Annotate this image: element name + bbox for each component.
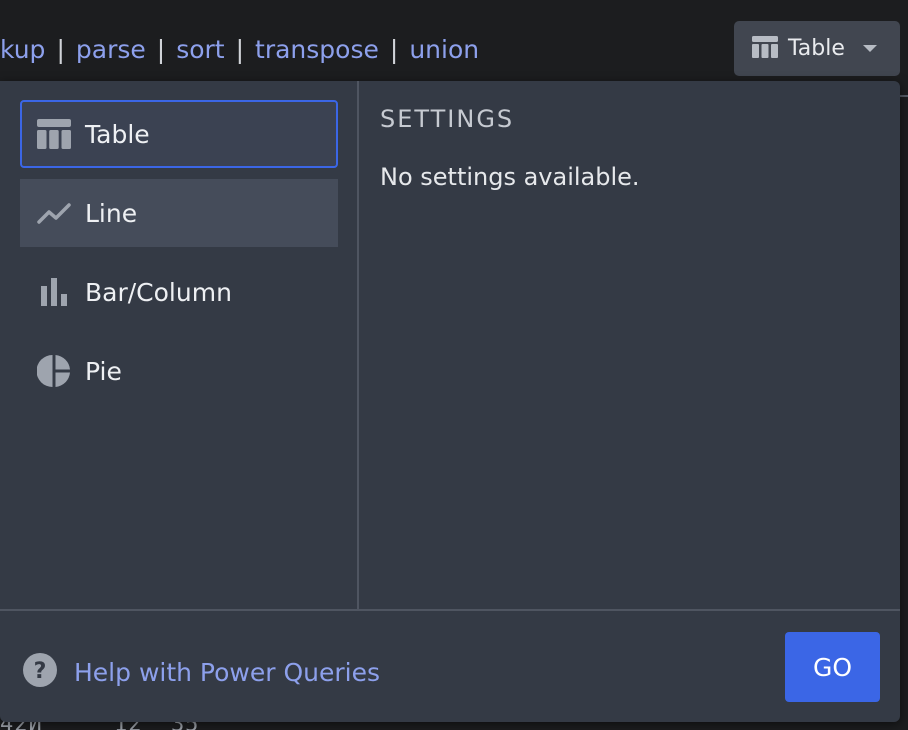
chart-type-bar-column[interactable]: Bar/Column [20,258,338,326]
panel-divider-horizontal [0,609,900,611]
line-chart-icon [37,196,71,230]
chart-type-label: Pie [85,356,122,386]
command-link-parse[interactable]: parse [76,35,146,64]
link-separator: | [235,34,245,64]
chart-type-label: Bar/Column [85,277,232,307]
chart-type-table[interactable]: Table [20,100,338,168]
settings-section: SETTINGS No settings available. [380,105,640,191]
help-link[interactable]: ? Help with Power Queries [22,652,380,692]
command-link-sort[interactable]: sort [176,35,224,64]
visualization-dropdown[interactable]: Table [734,21,900,76]
chart-type-label: Line [85,198,138,228]
table-icon [752,35,778,62]
help-link-label: Help with Power Queries [74,657,380,687]
command-link-bar: kup | parse | sort | transpose | union [0,32,479,66]
link-separator: | [389,34,399,64]
table-icon [37,117,71,151]
go-button[interactable]: GO [785,632,880,702]
query-page: kup | parse | sort | transpose | union T… [0,0,908,730]
command-link-lookup[interactable]: kup [0,35,45,64]
settings-title: SETTINGS [380,105,515,133]
command-link-transpose[interactable]: transpose [255,35,379,64]
bar-chart-icon [37,275,71,309]
link-separator: | [56,34,65,64]
svg-text:?: ? [34,659,47,684]
dropdown-selected-label: Table [788,36,845,61]
pie-chart-icon [37,354,71,388]
background-divider [900,95,908,97]
settings-message: No settings available. [380,163,640,191]
help-circle-icon: ? [22,652,58,692]
chart-type-line[interactable]: Line [20,179,338,247]
visualization-popover: Table Line Bar/Column Pie SETTINGS No se… [0,81,900,722]
chart-type-label: Table [85,119,150,149]
chart-type-pie[interactable]: Pie [20,337,338,405]
command-link-union[interactable]: union [409,35,479,64]
link-separator: | [156,34,166,64]
panel-divider-vertical [357,81,359,611]
chart-type-list: Table Line Bar/Column Pie [20,100,338,416]
caret-down-icon [863,45,877,52]
